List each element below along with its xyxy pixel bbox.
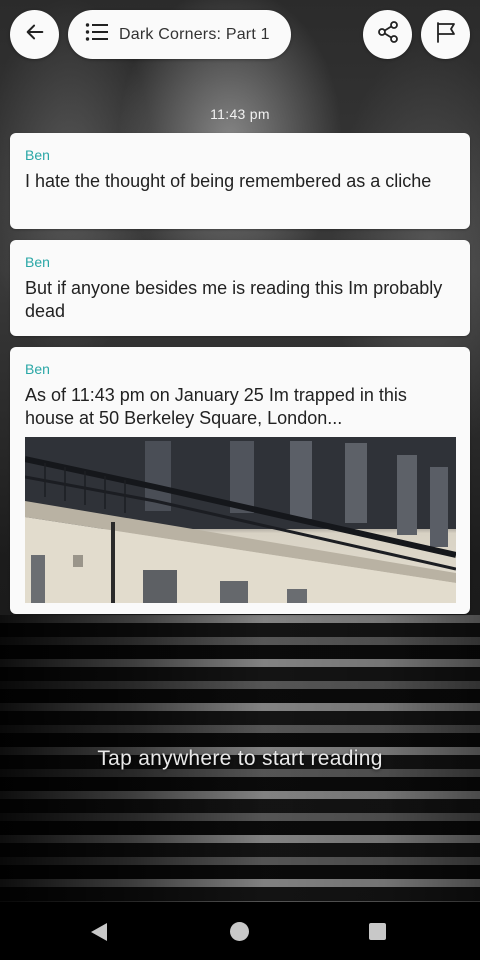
flag-icon — [434, 20, 458, 49]
android-navigation-bar — [0, 902, 480, 960]
message-text: But if anyone besides me is reading this… — [25, 278, 443, 321]
story-title: Dark Corners: Part 1 — [119, 25, 270, 43]
message-card: Ben But if anyone besides me is reading … — [10, 240, 470, 336]
report-flag-button[interactable] — [421, 10, 470, 59]
back-button[interactable] — [10, 10, 59, 59]
message-sender: Ben — [25, 147, 50, 163]
message-photo[interactable] — [25, 437, 456, 603]
message-card: Ben As of 11:43 pm on January 25 Im trap… — [10, 347, 470, 614]
start-reading-hint[interactable]: Tap anywhere to start reading — [0, 747, 480, 771]
message-text: I hate the thought of being remembered a… — [25, 171, 432, 191]
message-sender: Ben — [25, 254, 50, 270]
message-timestamp: 11:43 pm — [210, 106, 270, 122]
share-button[interactable] — [363, 10, 412, 59]
list-icon — [85, 22, 109, 47]
message-card: Ben I hate the thought of being remember… — [10, 133, 470, 229]
message-text: As of 11:43 pm on January 25 Im trapped … — [25, 385, 407, 428]
nav-recents-icon[interactable] — [369, 923, 386, 940]
message-sender: Ben — [25, 361, 50, 377]
chat-story-screen[interactable]: Dark Corners: Part 1 11:43 pm Ben I hate… — [0, 0, 480, 960]
story-title-button[interactable]: Dark Corners: Part 1 — [68, 10, 291, 59]
nav-home-icon[interactable] — [230, 922, 249, 941]
share-icon — [376, 20, 400, 49]
nav-back-icon[interactable] — [91, 923, 107, 941]
arrow-left-icon — [24, 21, 46, 48]
